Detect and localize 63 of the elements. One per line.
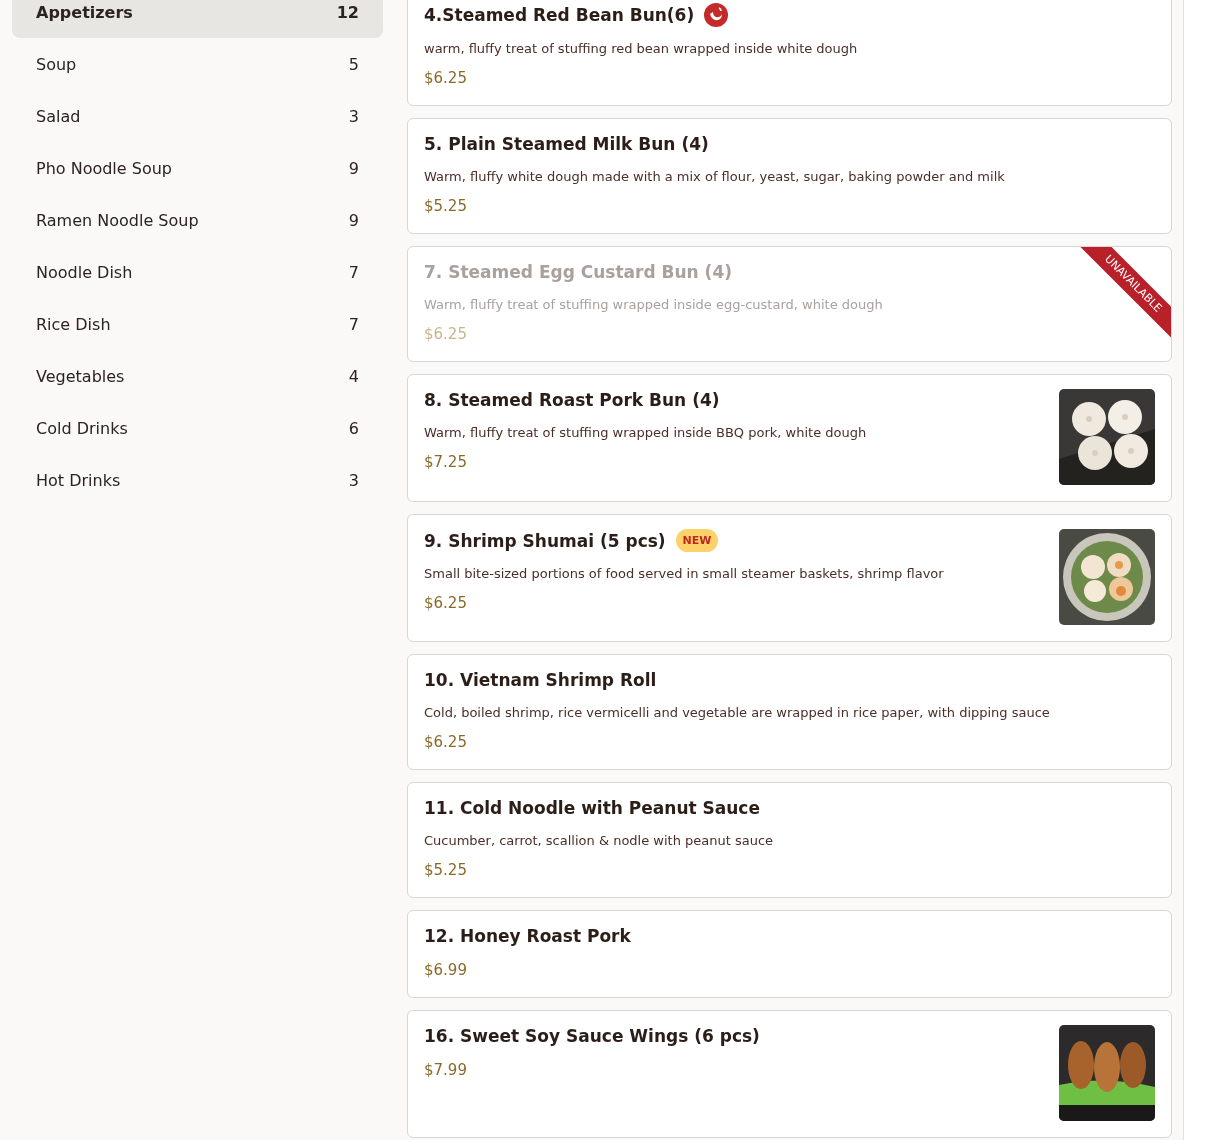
category-name: Hot Drinks (36, 470, 121, 490)
category-name: Cold Drinks (36, 418, 128, 438)
menu-item-card[interactable]: 10. Vietnam Shrimp Roll Cold, boiled shrimp, rice vermicelli and vegetable are wrapped in rice paper, with dipping sauce $6.25 (407, 654, 1172, 770)
category-item[interactable]: Soup 5 (12, 38, 383, 90)
category-name: Vegetables (36, 366, 125, 386)
item-description: Small bite-sized portions of food served in small steamer baskets, shrimp flavor (424, 565, 945, 583)
category-name: Salad (36, 106, 81, 126)
item-price: $5.25 (424, 860, 468, 881)
item-price: $7.99 (424, 1060, 468, 1081)
menu-item-card[interactable]: 16. Sweet Soy Sauce Wings (6 pcs) $7.99 (407, 1010, 1172, 1138)
category-count: 6 (348, 418, 359, 438)
menu-item-card[interactable]: 4.Steamed Red Bean Bun(6) warm, fluffy treat of stuffing red bean wrapped inside white dough $6.25 (407, 0, 1172, 106)
item-title: 9. Shrimp Shumai (5 pcs) (424, 530, 666, 551)
category-count: 7 (348, 262, 359, 282)
item-price: $6.25 (424, 324, 468, 345)
category-count: 5 (348, 54, 359, 74)
item-price: $7.25 (424, 452, 468, 473)
menu-item-card[interactable]: 5. Plain Steamed Milk Bun (4) Warm, fluffy white dough made with a mix of flour, yeast, sugar, baking powder and milk $5.25 (407, 118, 1172, 234)
item-price: $5.25 (424, 196, 468, 217)
category-item[interactable]: Cold Drinks 6 (12, 402, 383, 454)
category-item[interactable]: Pho Noodle Soup 9 (12, 142, 383, 194)
item-title: 5. Plain Steamed Milk Bun (4) (424, 134, 709, 154)
category-name: Rice Dish (36, 314, 111, 334)
menu-item-card[interactable]: 12. Honey Roast Pork $6.99 (407, 910, 1172, 998)
item-title: 12. Honey Roast Pork (424, 926, 631, 946)
item-title: 4.Steamed Red Bean Bun(6) (424, 5, 695, 25)
category-count: 7 (348, 314, 359, 334)
category-name: Appetizers (36, 2, 133, 22)
category-count: 9 (348, 210, 359, 230)
category-item[interactable]: Rice Dish 7 (12, 298, 383, 350)
menu-item-card[interactable]: 11. Cold Noodle with Peanut Sauce Cucumber, carrot, scallion & nodle with peanut sauce $5.25 (407, 782, 1172, 898)
category-item[interactable]: Vegetables 4 (12, 350, 383, 402)
item-description: Warm, fluffy treat of stuffing wrapped inside BBQ pork, white dough (424, 424, 868, 442)
menu-item-card[interactable]: 8. Steamed Roast Pork Bun (4) Warm, fluffy treat of stuffing wrapped inside BBQ pork, white dough $7.25 (407, 374, 1172, 502)
item-title: 11. Cold Noodle with Peanut Sauce (424, 798, 760, 818)
category-item[interactable]: Noodle Dish 7 (12, 246, 383, 298)
item-description: Warm, fluffy white dough made with a mix of flour, yeast, sugar, baking powder and milk (424, 168, 1006, 186)
item-description: Cucumber, carrot, scallion & nodle with peanut sauce (424, 832, 775, 850)
category-count: 9 (348, 158, 359, 178)
item-price: $6.25 (424, 68, 468, 89)
item-description: Cold, boiled shrimp, rice vermicelli and vegetable are wrapped in rice paper, with dipping sauce (424, 704, 1051, 722)
item-price: $6.99 (424, 960, 468, 981)
category-item[interactable]: Ramen Noodle Soup 9 (12, 194, 383, 246)
category-count: 4 (348, 366, 359, 386)
item-title: 7. Steamed Egg Custard Bun (4) (424, 262, 732, 282)
category-count: 12 (336, 2, 359, 22)
item-title: 16. Sweet Soy Sauce Wings (6 pcs) (424, 1026, 760, 1046)
item-description: warm, fluffy treat of stuffing red bean wrapped inside white dough (424, 40, 859, 58)
category-item[interactable]: Hot Drinks 3 (12, 454, 383, 506)
item-price: $6.25 (424, 732, 468, 753)
category-name: Noodle Dish (36, 262, 133, 282)
menu-item-card[interactable]: 9. Shrimp Shumai (5 pcs) NEW Small bite-sized portions of food served in small steamer baskets, shrimp flavor $6.25 (407, 514, 1172, 642)
category-item[interactable]: Salad 3 (12, 90, 383, 142)
new-badge: NEW (675, 529, 719, 552)
category-count: 3 (348, 470, 359, 490)
item-price: $6.25 (424, 593, 468, 614)
item-title: 8. Steamed Roast Pork Bun (4) (424, 390, 720, 410)
item-title: 10. Vietnam Shrimp Roll (424, 670, 657, 690)
category-name: Pho Noodle Soup (36, 158, 172, 178)
category-count: 3 (348, 106, 359, 126)
category-name: Ramen Noodle Soup (36, 210, 199, 230)
category-name: Soup (36, 54, 77, 74)
category-item[interactable]: Appetizers 12 (12, 0, 383, 38)
